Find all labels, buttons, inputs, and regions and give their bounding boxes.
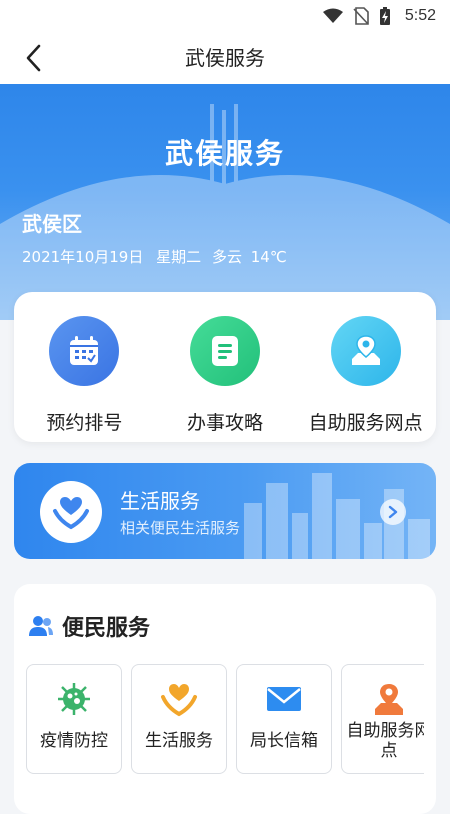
life-banner-title: 生活服务 (120, 489, 200, 513)
date-weather-line: 2021年10月19日 星期二 多云 14℃ (22, 246, 287, 267)
chevron-right-icon (380, 499, 406, 525)
virus-icon (27, 679, 121, 719)
status-time: 5:52 (404, 7, 436, 24)
service-director-mailbox[interactable]: 局长信箱 (236, 664, 332, 774)
quick-action-label: 预约排号 (46, 412, 123, 434)
users-icon (29, 616, 53, 636)
district-name: 武侯区 (22, 212, 82, 236)
mail-icon (237, 679, 331, 719)
hero-title: 武侯服务 (164, 137, 285, 170)
service-life[interactable]: 生活服务 (131, 664, 227, 774)
quick-action-label: 自助服务网点 (308, 412, 423, 434)
quick-action-label: 办事攻略 (187, 412, 264, 434)
service-epidemic-control[interactable]: 疫情防控 (26, 664, 122, 774)
temperature-text: 14℃ (250, 248, 287, 266)
service-self-service-points[interactable]: 自助服务网点 (341, 664, 424, 774)
service-grid: 疫情防控 生活服务 局长信箱 自助服务网点 (26, 664, 424, 776)
service-label: 疫情防控 (40, 731, 108, 751)
life-service-banner[interactable]: 生活服务 相关便民生活服务 (14, 463, 436, 559)
navigation-bar: 武侯服务 (0, 32, 450, 84)
location-map-icon (342, 679, 424, 719)
heart-hands-icon (132, 679, 226, 719)
status-bar: 5:52 (0, 0, 450, 32)
date-text: 2021年10月19日 (22, 248, 144, 266)
life-banner-subtitle: 相关便民生活服务 (120, 519, 241, 537)
page-title: 武侯服务 (185, 46, 265, 70)
section-title: 便民服务 (62, 616, 151, 641)
battery-charging-icon (379, 7, 390, 25)
building-illustration (0, 104, 450, 320)
location-map-icon (330, 316, 401, 386)
section-header: 便民服务 (28, 610, 150, 642)
quick-actions-card: 预约排号 办事攻略 自助服务网点 (14, 292, 436, 442)
heart-hands-icon (40, 481, 102, 543)
calendar-icon (49, 316, 120, 386)
document-icon (190, 316, 260, 386)
quick-action-self-service-points[interactable]: 自助服务网点 (295, 292, 436, 442)
quick-action-appointment[interactable]: 预约排号 (14, 292, 155, 442)
service-label: 自助服务网点 (346, 721, 425, 761)
no-sim-icon (353, 7, 369, 25)
wifi-icon (322, 8, 343, 23)
weather-text: 多云 (211, 248, 242, 266)
service-label: 生活服务 (145, 731, 213, 751)
weekday-text: 星期二 (156, 248, 202, 266)
convenience-services-section: 便民服务 疫情防控 生活服务 局长信箱 自助服务网点 (14, 584, 436, 814)
service-label: 局长信箱 (250, 731, 318, 751)
hero-banner: 武侯服务 武侯区 2021年10月19日 星期二 多云 14℃ (0, 84, 450, 320)
quick-action-guide[interactable]: 办事攻略 (155, 292, 296, 442)
